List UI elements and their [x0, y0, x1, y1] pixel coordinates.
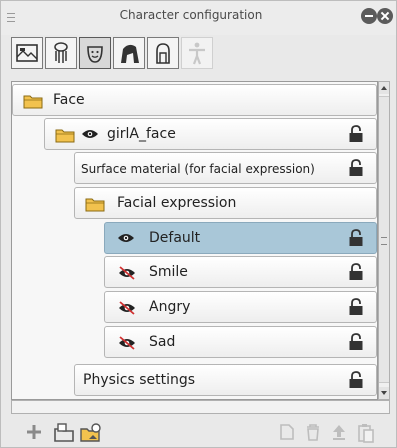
folder-icon [23, 95, 43, 109]
horizontal-scrollbar[interactable] [11, 400, 390, 414]
tree-row-label: Smile [149, 264, 188, 280]
pose-figure-button[interactable] [181, 37, 213, 69]
tree-row-sad[interactable]: Sad [104, 326, 377, 358]
tree-row-label: Surface material (for facial expression) [81, 162, 315, 176]
lock-icon[interactable] [348, 298, 364, 316]
scroll-down-arrow-icon[interactable] [379, 387, 389, 399]
pose-figure-icon [189, 42, 205, 65]
part-tree: Face girlA_face Surface material (for fa… [11, 81, 378, 400]
hair-icon [121, 44, 139, 63]
lock-icon[interactable] [348, 159, 364, 177]
tree-row-girla-face[interactable]: girlA_face [44, 118, 377, 150]
tree-row-face[interactable]: Face [12, 84, 377, 116]
tree-row-default[interactable]: Default [104, 222, 377, 254]
folder-icon [85, 198, 105, 212]
face-icon [87, 46, 103, 63]
tree-row-angry[interactable]: Angry [104, 291, 377, 323]
scroll-grip-icon [381, 237, 387, 245]
hair-button[interactable] [113, 37, 145, 69]
layout-image-button[interactable] [11, 37, 43, 69]
lock-icon[interactable] [348, 333, 364, 351]
tree-row-label: Sad [149, 334, 176, 350]
scroll-thumb[interactable] [379, 96, 389, 383]
drag-grip-icon[interactable] [7, 10, 17, 22]
duplicate-icon[interactable] [279, 423, 295, 441]
tree-row-surface-material[interactable]: Surface material (for facial expression) [74, 152, 377, 184]
tree-row-physics-settings[interactable]: Physics settings [74, 364, 377, 396]
tree-row-label: Physics settings [83, 372, 196, 388]
hidden-eye-icon[interactable] [117, 336, 137, 350]
bottom-toolbar [1, 415, 396, 447]
accessory-icon [156, 43, 170, 64]
close-icon[interactable] [377, 8, 393, 24]
lock-icon[interactable] [348, 263, 364, 281]
body-type-icon [54, 42, 68, 63]
body-type-button[interactable] [45, 37, 77, 69]
accessory-button[interactable] [147, 37, 179, 69]
lock-icon[interactable] [348, 371, 364, 389]
lock-icon[interactable] [348, 229, 364, 247]
panel-title: Character configuration [119, 8, 263, 22]
tree-row-label: Default [149, 230, 201, 246]
visible-eye-icon[interactable] [81, 128, 99, 140]
tree-row-facial-expression[interactable]: Facial expression [74, 187, 377, 219]
folder-icon [55, 129, 75, 143]
hidden-eye-icon[interactable] [117, 301, 137, 315]
tree-row-label: Face [53, 92, 85, 108]
upload-icon[interactable] [331, 423, 347, 441]
paste-icon[interactable] [357, 423, 375, 443]
character-configuration-panel: Character configuration Face girlA_face … [0, 0, 397, 448]
scroll-up-arrow-icon[interactable] [379, 82, 389, 94]
add-folder-image-icon[interactable] [79, 423, 103, 443]
vertical-scrollbar[interactable] [378, 81, 390, 400]
tree-row-smile[interactable]: Smile [104, 256, 377, 288]
delete-icon[interactable] [305, 423, 321, 441]
face-button[interactable] [79, 37, 111, 69]
lock-icon[interactable] [348, 125, 364, 143]
title-bar[interactable]: Character configuration [1, 1, 396, 35]
tree-row-label: Angry [149, 299, 191, 315]
visible-eye-icon[interactable] [117, 232, 135, 244]
layout-image-icon [16, 44, 38, 62]
new-folder-icon[interactable] [53, 423, 75, 443]
hidden-eye-icon[interactable] [117, 266, 137, 280]
add-icon[interactable] [25, 423, 43, 441]
tree-row-label: girlA_face [107, 126, 176, 142]
minimize-icon[interactable] [361, 8, 377, 24]
tree-row-label: Facial expression [117, 195, 237, 211]
